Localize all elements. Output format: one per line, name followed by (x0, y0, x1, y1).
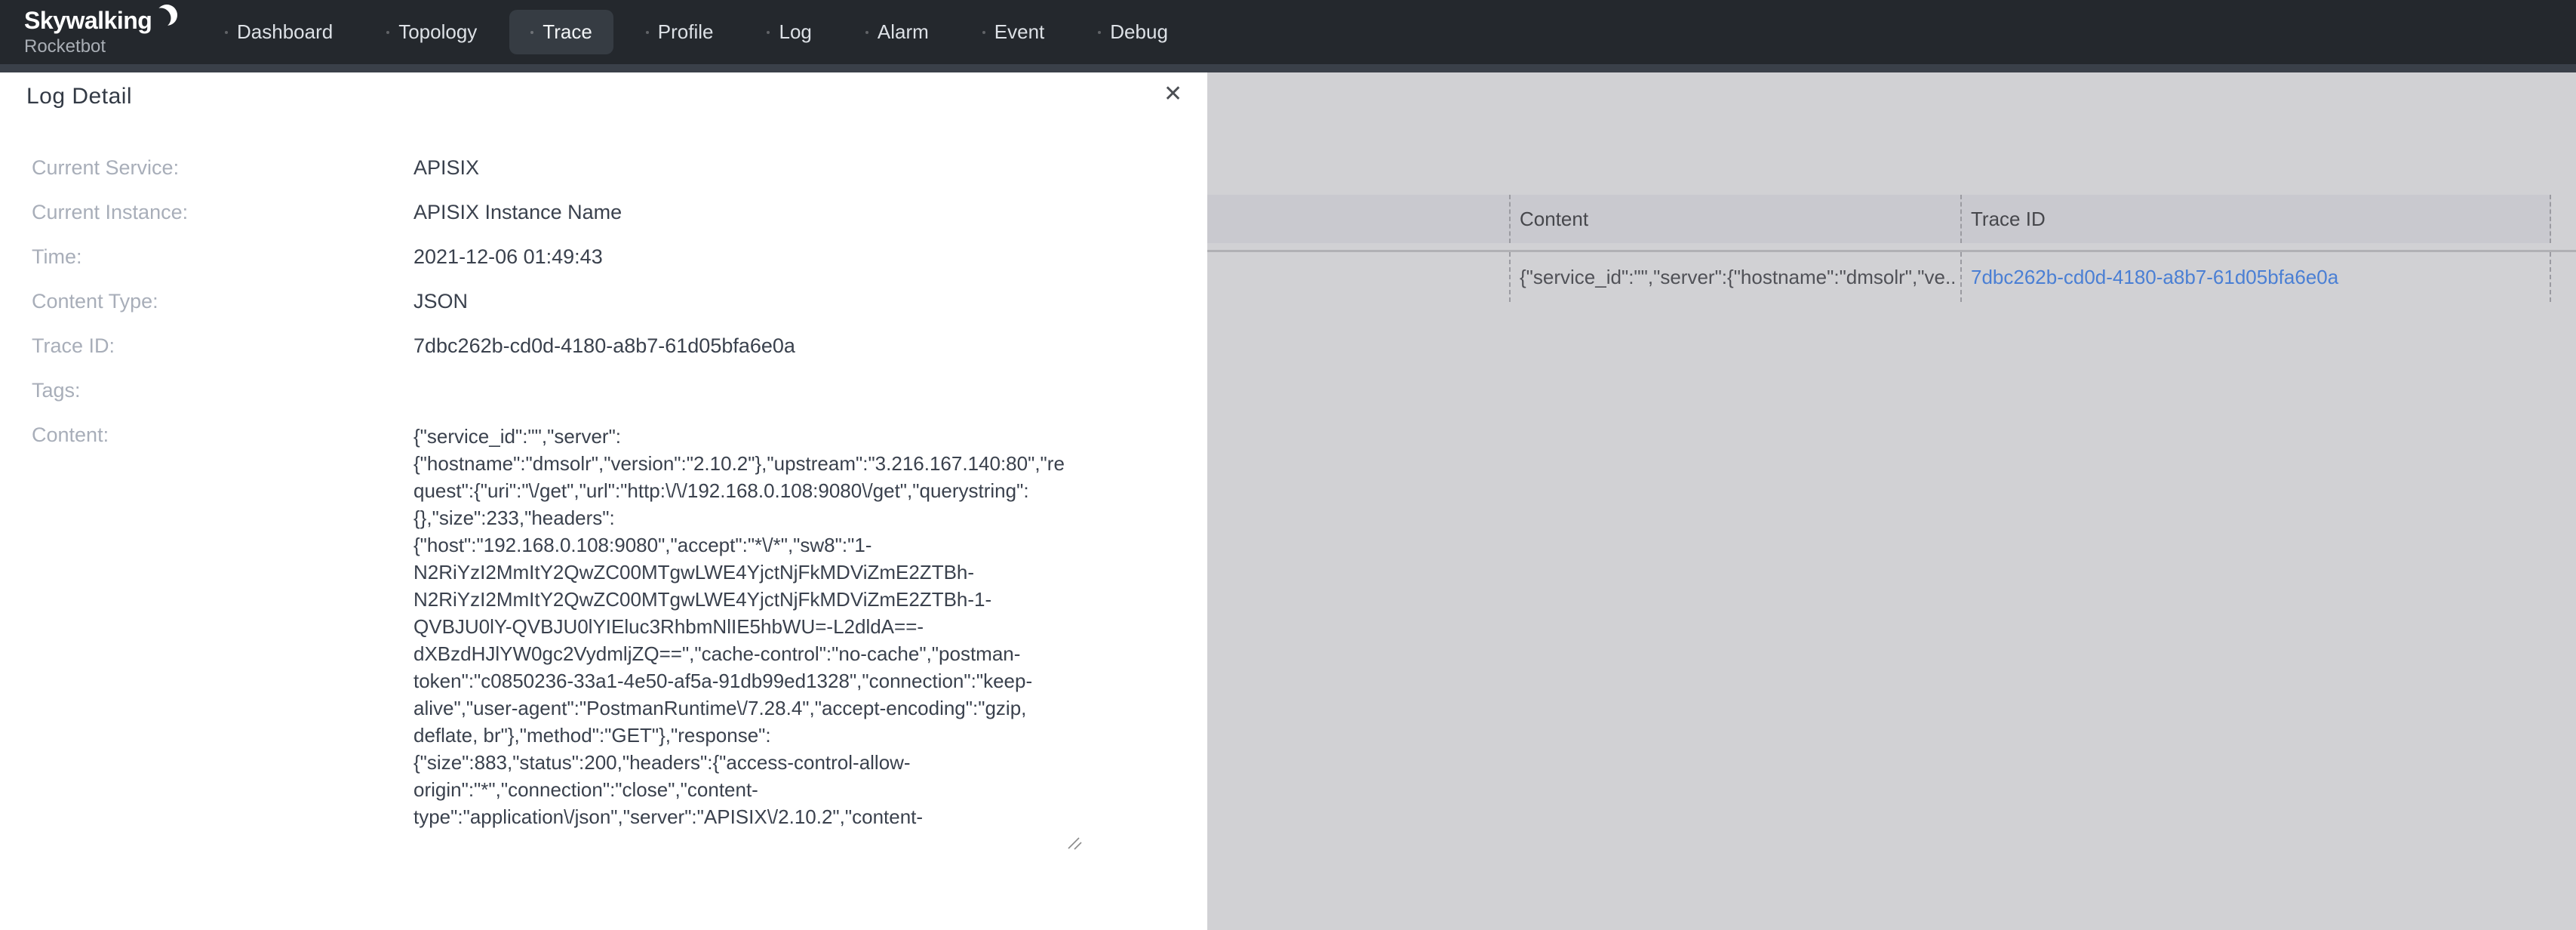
nav-item-profile[interactable]: Profile (646, 20, 714, 44)
column-separator (2550, 252, 2551, 302)
nav-item-dot (767, 31, 770, 34)
nav-item-dot (1098, 31, 1101, 34)
column-separator (1509, 252, 1511, 302)
nav-item-label: Trace (543, 20, 592, 44)
field-label: Trace ID: (32, 334, 413, 358)
nav-item-topology[interactable]: Topology (386, 20, 477, 44)
field-row-time: Time: 2021-12-06 01:49:43 (32, 235, 1164, 279)
log-table-row[interactable]: {"service_id":"","server":{"hostname":"d… (1207, 252, 2551, 302)
log-row-trace-id-link[interactable]: 7dbc262b-cd0d-4180-a8b7-61d05bfa6e0a (1971, 252, 2338, 302)
field-value: APISIX (413, 156, 479, 180)
nav-item-label: Debug (1110, 20, 1168, 44)
nav-item-dot (225, 31, 228, 34)
nav-item-debug[interactable]: Debug (1098, 20, 1168, 44)
field-row-trace-id: Trace ID: 7dbc262b-cd0d-4180-a8b7-61d05b… (32, 324, 1164, 368)
nav-item-label: Profile (658, 20, 714, 44)
column-separator (1509, 195, 1511, 243)
app-logo[interactable]: Skywalking Rocketbot (24, 6, 179, 57)
column-separator (1960, 252, 1962, 302)
field-row-content-type: Content Type: JSON (32, 279, 1164, 324)
logo-title: Skywalking (24, 6, 152, 35)
nav-item-label: Dashboard (237, 20, 333, 44)
field-label: Current Service: (32, 156, 413, 180)
nav-item-trace[interactable]: Trace (509, 10, 613, 54)
field-row-current-service: Current Service: APISIX (32, 146, 1164, 190)
column-header-content: Content (1520, 195, 1588, 243)
nav-item-dashboard[interactable]: Dashboard (225, 20, 333, 44)
field-row-tags: Tags: (32, 368, 1164, 413)
nav-menu: Dashboard Topology Trace Profile Log Ala… (225, 0, 1168, 64)
field-label: Current Instance: (32, 201, 413, 224)
nav-item-dot (865, 31, 868, 34)
nav-item-event[interactable]: Event (982, 20, 1045, 44)
field-label: Time: (32, 245, 413, 269)
field-row-current-instance: Current Instance: APISIX Instance Name (32, 190, 1164, 235)
field-label: Content Type: (32, 290, 413, 313)
crescent-moon-icon (153, 3, 179, 35)
nav-item-alarm[interactable]: Alarm (865, 20, 929, 44)
nav-item-dot (646, 31, 649, 34)
column-separator (2550, 195, 2551, 243)
field-value: 7dbc262b-cd0d-4180-a8b7-61d05bfa6e0a (413, 334, 795, 358)
field-list: Current Service: APISIX Current Instance… (32, 146, 1164, 413)
nav-item-log[interactable]: Log (767, 20, 811, 44)
log-table-header: Content Trace ID (1207, 195, 2551, 243)
log-row-content-preview: {"service_id":"","server":{"hostname":"d… (1520, 252, 1957, 302)
close-icon[interactable]: ✕ (1164, 82, 1182, 107)
navbar-bottom-stripe (0, 64, 2576, 72)
logo-subtitle: Rocketbot (24, 36, 179, 57)
column-header-trace-id: Trace ID (1971, 195, 2046, 243)
nav-item-label: Log (779, 20, 811, 44)
log-detail-panel: Log Detail ✕ Current Service: APISIX Cur… (0, 72, 1207, 930)
nav-item-label: Topology (398, 20, 477, 44)
field-value: 2021-12-06 01:49:43 (413, 245, 603, 269)
nav-item-label: Alarm (878, 20, 929, 44)
field-label: Tags: (32, 379, 413, 402)
nav-item-label: Event (994, 20, 1045, 44)
content-field-label: Content: (32, 421, 109, 448)
field-value: APISIX Instance Name (413, 201, 622, 224)
nav-item-dot (982, 31, 985, 34)
log-content-textarea[interactable]: {"service_id":"","server":{"hostname":"d… (412, 417, 1082, 858)
page-title: Log Detail (26, 83, 132, 110)
field-value: JSON (413, 290, 468, 313)
column-separator (1960, 195, 1962, 243)
nav-item-dot (386, 31, 389, 34)
nav-item-dot (530, 31, 533, 34)
dimmed-background: Content Trace ID {"service_id":"","serve… (1207, 72, 2576, 930)
top-navbar: Skywalking Rocketbot Dashboard Topology … (0, 0, 2576, 72)
